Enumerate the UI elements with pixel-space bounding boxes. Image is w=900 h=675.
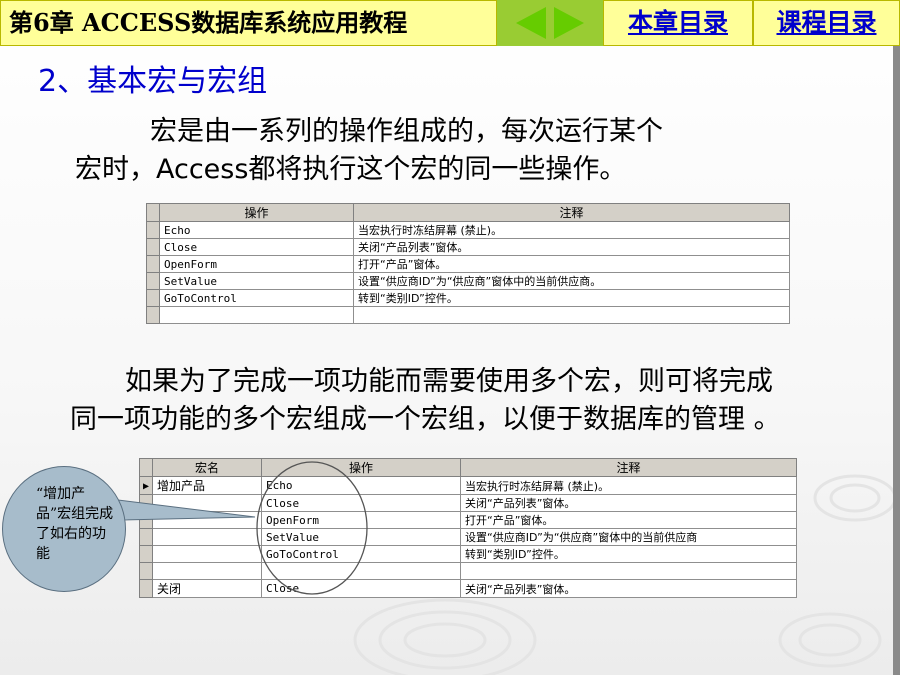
chapter-title: 第6章 ACCESS数据库系统应用教程 <box>0 0 497 46</box>
action-cell[interactable]: Close <box>159 238 354 256</box>
nav-arrows <box>497 0 603 46</box>
action-cell[interactable]: GoToControl <box>159 289 354 307</box>
column-header-action: 操作 <box>159 203 354 222</box>
column-header-comment: 注释 <box>353 203 790 222</box>
chapter-contents-link[interactable]: 本章目录 <box>603 0 753 46</box>
comment-cell[interactable]: 设置“供应商ID”为“供应商”窗体中的当前供应商 <box>460 528 797 546</box>
comment-cell[interactable]: 打开“产品”窗体。 <box>353 255 790 273</box>
action-cell[interactable] <box>159 306 354 324</box>
table-row[interactable]: Echo 当宏执行时冻结屏幕 (禁止)。 <box>146 221 790 239</box>
highlight-ellipse <box>256 461 368 595</box>
course-contents-link[interactable]: 课程目录 <box>753 0 900 46</box>
comment-cell[interactable]: 打开“产品”窗体。 <box>460 511 797 529</box>
row-selector[interactable] <box>146 306 160 324</box>
comment-cell[interactable] <box>353 306 790 324</box>
table-row[interactable]: OpenForm 打开“产品”窗体。 <box>146 255 790 273</box>
header-bar: 第6章 ACCESS数据库系统应用教程 本章目录 课程目录 <box>0 0 900 46</box>
paragraph-line: 如果为了完成一项功能而需要使用多个宏，则可将完成 <box>125 366 773 397</box>
comment-cell[interactable]: 关闭“产品列表”窗体。 <box>353 238 790 256</box>
table-row[interactable] <box>146 306 790 324</box>
table-header-row: 操作 注释 <box>146 203 790 222</box>
row-selector[interactable] <box>146 221 160 239</box>
paragraph-macro-group: 如果为了完成一项功能而需要使用多个宏，则可将完成 同一项功能的多个宏组成一个宏组… <box>70 363 860 439</box>
comment-cell[interactable] <box>460 562 797 580</box>
action-cell[interactable]: Echo <box>159 221 354 239</box>
column-header-comment: 注释 <box>460 458 797 477</box>
paragraph-line: 同一项功能的多个宏组成一个宏组，以便于数据库的管理 。 <box>70 404 781 435</box>
previous-arrow-icon[interactable] <box>516 7 546 39</box>
comment-cell[interactable]: 关闭“产品列表”窗体。 <box>460 579 797 598</box>
comment-cell[interactable]: 转到“类别ID”控件。 <box>353 289 790 307</box>
action-cell[interactable]: SetValue <box>159 272 354 290</box>
paragraph-line: 宏时，Access都将执行这个宏的同一些操作。 <box>75 154 627 185</box>
callout-pointer <box>117 499 256 521</box>
table-row[interactable]: Close 关闭“产品列表”窗体。 <box>146 238 790 256</box>
row-selector[interactable] <box>146 289 160 307</box>
row-selector-header <box>146 203 160 222</box>
paragraph-line: 宏是由一系列的操作组成的，每次运行某个 <box>150 116 663 147</box>
right-edge-strip <box>893 46 900 675</box>
paragraph-macro-definition: 宏是由一系列的操作组成的，每次运行某个 宏时，Access都将执行这个宏的同一些… <box>75 113 835 189</box>
comment-cell[interactable]: 当宏执行时冻结屏幕 (禁止)。 <box>460 476 797 495</box>
comment-cell[interactable]: 设置“供应商ID”为“供应商”窗体中的当前供应商。 <box>353 272 790 290</box>
comment-cell[interactable]: 转到“类别ID”控件。 <box>460 545 797 563</box>
row-selector[interactable] <box>146 272 160 290</box>
row-selector[interactable] <box>146 255 160 273</box>
action-cell[interactable]: OpenForm <box>159 255 354 273</box>
callout-text: “增加产品”宏组完成了如右的功能 <box>36 486 114 562</box>
table-row[interactable]: GoToControl 转到“类别ID”控件。 <box>146 289 790 307</box>
comment-cell[interactable]: 关闭“产品列表”窗体。 <box>460 494 797 512</box>
next-arrow-icon[interactable] <box>554 7 584 39</box>
comment-cell[interactable]: 当宏执行时冻结屏幕 (禁止)。 <box>353 221 790 239</box>
row-selector[interactable] <box>146 238 160 256</box>
table-row[interactable]: SetValue 设置“供应商ID”为“供应商”窗体中的当前供应商。 <box>146 272 790 290</box>
macro-table: 操作 注释 Echo 当宏执行时冻结屏幕 (禁止)。 Close 关闭“产品列表”窗… <box>146 203 790 324</box>
section-heading: 2、基本宏与宏组 <box>38 64 268 99</box>
